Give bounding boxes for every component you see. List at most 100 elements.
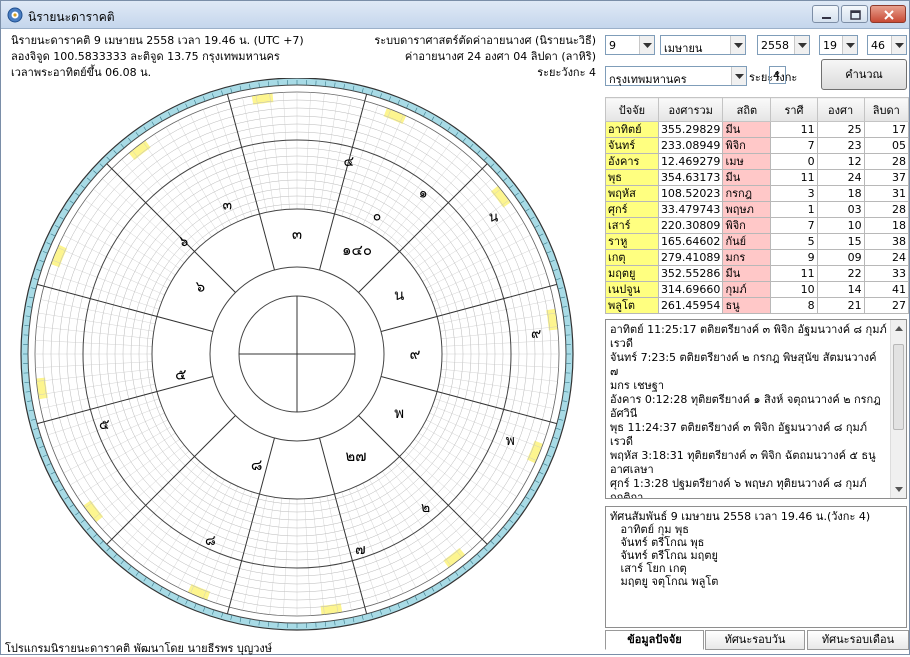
outer-sign-numeral: ๐ xyxy=(373,208,382,224)
planet-row[interactable]: พุธ354.63173มีน112437 xyxy=(606,170,909,186)
table-cell: 3 xyxy=(771,186,817,202)
inner-planet-numeral: น xyxy=(394,286,404,304)
planet-row[interactable]: ราหู165.64602กันย์51538 xyxy=(606,234,909,250)
chevron-down-icon[interactable] xyxy=(891,36,906,54)
outer-sign-numeral: ๗ xyxy=(355,542,366,558)
table-cell: เกตุ xyxy=(606,250,659,266)
chevron-down-icon[interactable] xyxy=(842,36,857,54)
planet-row[interactable]: มฤตยู352.55286มีน112233 xyxy=(606,266,909,282)
table-cell: เมษ xyxy=(723,154,771,170)
table-cell: กันย์ xyxy=(723,234,771,250)
inner-planet-numeral: พ xyxy=(394,404,404,422)
planet-row[interactable]: พลูโต261.45954ธนู82127 xyxy=(606,298,909,314)
outer-sign-numeral: ๖ xyxy=(179,234,188,250)
table-cell: 24 xyxy=(817,170,864,186)
detail-line: พุธ 11:24:37 ตติยตรียางค์ ๓ พิจิก อัฐมนว… xyxy=(610,421,888,449)
table-cell: 33.479743 xyxy=(658,202,723,218)
inner-planet-numeral: ๑๔๐ xyxy=(342,241,372,259)
table-cell: พิจิก xyxy=(723,138,771,154)
minute-select[interactable]: 46 xyxy=(867,35,907,55)
tab-planet-data[interactable]: ข้อมูลปัจจัย xyxy=(605,630,704,650)
chevron-down-icon[interactable] xyxy=(794,36,809,54)
tab-daily-aspects[interactable]: ทัศนะรอบวัน xyxy=(705,630,805,650)
column-header[interactable]: ราศี xyxy=(771,98,817,122)
aspect-text: ทัศนสัมพันธ์ 9 เมษายน 2558 เวลา 19.46 น.… xyxy=(610,510,904,588)
table-cell: 03 xyxy=(817,202,864,218)
scrollbar-thumb[interactable] xyxy=(893,344,904,430)
table-cell: ศุกร์ xyxy=(606,202,659,218)
detail-line: เรวดี xyxy=(610,337,888,351)
table-cell: ธนู xyxy=(723,298,771,314)
table-cell: กรกฎ xyxy=(723,186,771,202)
planet-row[interactable]: เนปจูน314.69660กุมภ์101441 xyxy=(606,282,909,298)
table-cell: 15 xyxy=(817,234,864,250)
table-cell: มีน xyxy=(723,170,771,186)
planet-detail-text: อาทิตย์ 11:25:17 ตติยตรียางค์ ๓ พิจิก อั… xyxy=(610,323,888,499)
minimize-button[interactable] xyxy=(812,5,839,23)
thai-lagna-app-icon xyxy=(7,7,23,23)
planet-row[interactable]: พฤหัส108.52023กรกฎ31831 xyxy=(606,186,909,202)
table-cell: มีน xyxy=(723,122,771,138)
outer-sign-numeral: ๒ xyxy=(421,500,430,516)
table-cell: 220.30809 xyxy=(658,218,723,234)
aspect-line: จันทร์ ตรีโกณ มฤตยู xyxy=(610,549,904,562)
column-header[interactable]: ปัจจัย xyxy=(606,98,659,122)
detail-line: กฤติกา xyxy=(610,491,888,499)
table-cell: 11 xyxy=(771,170,817,186)
chevron-down-icon[interactable] xyxy=(639,36,654,54)
aspect-box[interactable]: ทัศนสัมพันธ์ 9 เมษายน 2558 เวลา 19.46 น.… xyxy=(605,506,907,628)
chevron-down-icon[interactable] xyxy=(731,67,746,85)
maximize-button[interactable] xyxy=(841,5,868,23)
table-cell: มีน xyxy=(723,266,771,282)
outer-sign-numeral: ๘ xyxy=(205,533,216,549)
province-select[interactable]: กรุงเทพมหานคร xyxy=(605,66,747,86)
inner-planet-numeral: ๕ xyxy=(175,365,186,383)
vertical-scrollbar[interactable] xyxy=(890,320,906,498)
outer-sign-numeral: ๔ xyxy=(343,154,354,170)
minimize-icon xyxy=(813,6,840,24)
table-cell: 12 xyxy=(817,154,864,170)
hour-select[interactable]: 19 xyxy=(819,35,858,55)
footer-credit: โปรแกรมนิรายนะดาราคติ พัฒนาโดย นายธีรพร … xyxy=(5,639,272,657)
table-cell: 233.08949 xyxy=(658,138,723,154)
planet-row[interactable]: เสาร์220.30809พิจิก71018 xyxy=(606,218,909,234)
table-cell: เสาร์ xyxy=(606,218,659,234)
planet-table: ปัจจัยองศารวมสถิตราศีองศาลิบดา อาทิตย์35… xyxy=(605,97,909,314)
table-cell: 10 xyxy=(771,282,817,298)
planet-row[interactable]: ศุกร์33.479743พฤษภ10328 xyxy=(606,202,909,218)
close-button[interactable] xyxy=(870,5,906,23)
column-header[interactable]: ลิบดา xyxy=(864,98,908,122)
chevron-down-icon[interactable] xyxy=(730,36,745,54)
table-cell: 33 xyxy=(864,266,908,282)
column-header[interactable]: สถิต xyxy=(723,98,771,122)
planet-row[interactable]: อาทิตย์355.29829มีน112517 xyxy=(606,122,909,138)
table-cell: 8 xyxy=(771,298,817,314)
table-cell: มกร xyxy=(723,250,771,266)
detail-line: ศุกร์ 1:3:28 ปฐมตรียางค์ ๖ พฤษภ ทุติยนวา… xyxy=(610,477,888,491)
table-cell: 1 xyxy=(771,202,817,218)
table-cell: จันทร์ xyxy=(606,138,659,154)
column-header[interactable]: องศา xyxy=(817,98,864,122)
month-select[interactable]: เมษายน xyxy=(660,35,746,55)
table-cell: 21 xyxy=(817,298,864,314)
calculate-button[interactable]: คำนวณ xyxy=(821,59,907,90)
maximize-icon xyxy=(842,6,869,24)
table-cell: 27 xyxy=(864,298,908,314)
detail-line: อาทิตย์ 11:25:17 ตติยตรียางค์ ๓ พิจิก อั… xyxy=(610,323,888,337)
table-cell: มฤตยู xyxy=(606,266,659,282)
tab-monthly-aspects[interactable]: ทัศนะรอบเดือน xyxy=(807,630,909,650)
column-header[interactable]: องศารวม xyxy=(658,98,723,122)
planet-detail-box[interactable]: อาทิตย์ 11:25:17 ตติยตรียางค์ ๓ พิจิก อั… xyxy=(605,319,907,499)
zone-input[interactable]: 4 xyxy=(769,66,786,84)
planet-row[interactable]: อังคาร12.469279เมษ01228 xyxy=(606,154,909,170)
detail-line: อาศเลษา xyxy=(610,463,888,477)
table-cell: 18 xyxy=(817,186,864,202)
inner-planet-numeral: ๖ xyxy=(196,277,206,295)
planet-row[interactable]: จันทร์233.08949พิจิก72305 xyxy=(606,138,909,154)
day-select[interactable]: 9 xyxy=(605,35,655,55)
zodiac-wheel: ๐๑น๙พ๒๗๘๕๖๓๔๓๑๔๐น๙พ๒๗๘๕๖ xyxy=(19,78,589,636)
inner-planet-numeral: ๒๗ xyxy=(345,447,366,465)
title-bar[interactable]: นิรายนะดาราคติ xyxy=(1,1,909,29)
year-select[interactable]: 2558 xyxy=(757,35,810,55)
planet-row[interactable]: เกตุ279.41089มกร90924 xyxy=(606,250,909,266)
